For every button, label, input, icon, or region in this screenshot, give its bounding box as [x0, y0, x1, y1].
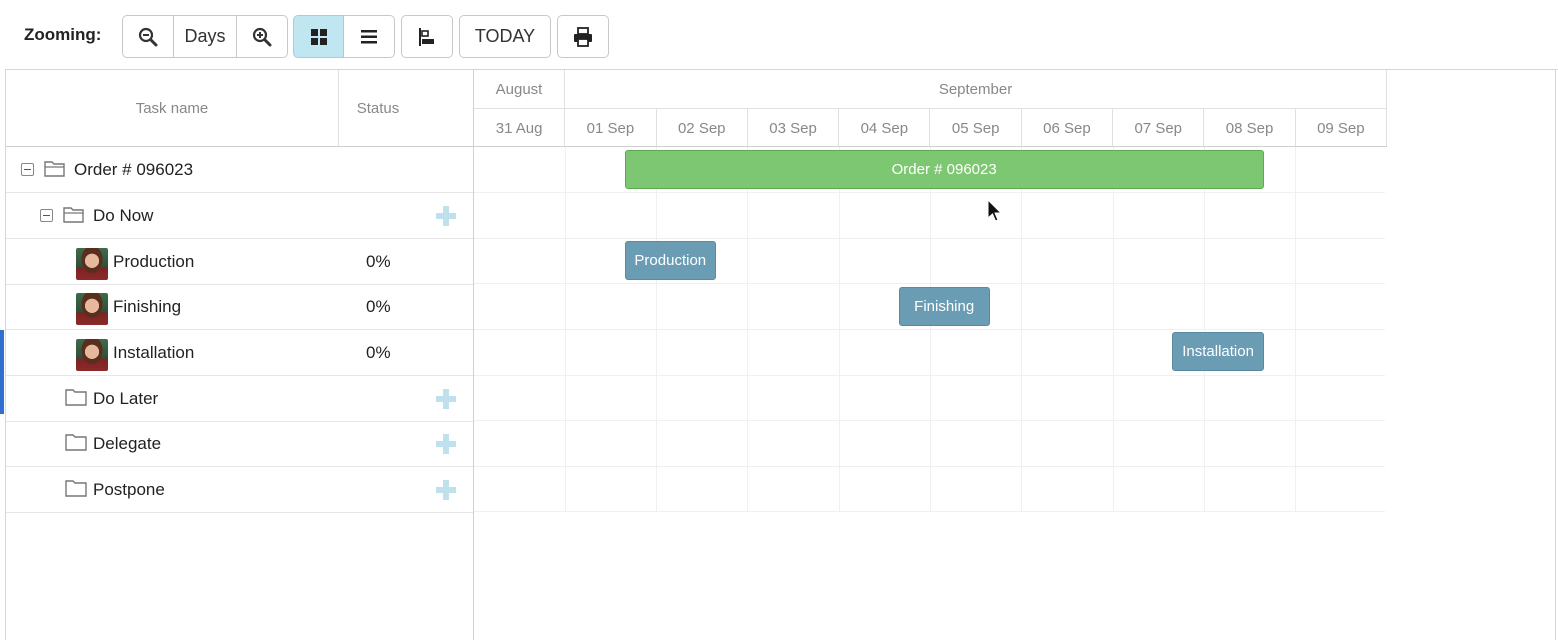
day-cell: 07 Sep — [1113, 109, 1205, 147]
month-september: September — [565, 70, 1387, 109]
grid-row-finishing[interactable]: Finishing 0% — [6, 284, 473, 330]
grid-row-installation[interactable]: Installation 0% — [6, 330, 473, 376]
add-task-icon[interactable] — [436, 480, 456, 500]
day-cell: 02 Sep — [657, 109, 748, 147]
grid-row-do-now[interactable]: Do Now — [6, 193, 473, 239]
task-bar-installation[interactable]: Installation — [1172, 332, 1264, 372]
grid-view-icon — [310, 28, 327, 45]
grid-view-button[interactable] — [293, 15, 344, 58]
task-name: Installation — [113, 343, 195, 362]
task-status: 0% — [366, 297, 391, 316]
zooming-label: Zooming: — [24, 25, 102, 44]
day-cell: 09 Sep — [1296, 109, 1387, 147]
add-task-icon[interactable] — [436, 434, 456, 454]
grid-row-order[interactable]: Order # 096023 — [6, 147, 473, 193]
assignee-avatar — [76, 248, 108, 280]
zoom-level-display: Days — [174, 15, 237, 58]
task-name: Do Later — [93, 389, 159, 408]
window-edge-accent — [0, 330, 4, 414]
day-cell: 08 Sep — [1204, 109, 1296, 147]
gantt-border — [1555, 69, 1556, 640]
task-name: Postpone — [93, 480, 165, 499]
task-name: Finishing — [113, 297, 182, 316]
day-cell: 05 Sep — [931, 109, 1022, 147]
collapse-toggle-icon[interactable] — [21, 163, 34, 176]
timeline-row-line — [474, 283, 1385, 284]
toolbar: Zooming: Days TODAY — [0, 0, 1558, 70]
grid-row-delegate[interactable]: Delegate — [6, 421, 473, 467]
print-button[interactable] — [557, 15, 609, 58]
print-icon — [574, 26, 592, 47]
folder-icon — [65, 389, 87, 406]
project-bar-order[interactable]: Order # 096023 — [624, 150, 1264, 189]
task-name: Order # 096023 — [74, 160, 194, 179]
month-august: August — [474, 70, 565, 109]
folder-icon — [65, 434, 87, 451]
zoom-out-button[interactable] — [122, 15, 174, 58]
column-header-status[interactable]: Status — [340, 70, 416, 147]
day-cell: 03 Sep — [748, 109, 840, 147]
baseline-button[interactable] — [401, 15, 453, 58]
baseline-icon — [419, 27, 434, 46]
task-bar-production[interactable]: Production — [624, 241, 716, 281]
task-name: Production — [113, 252, 195, 271]
task-name: Delegate — [93, 434, 162, 453]
grid-row-do-later[interactable]: Do Later — [6, 376, 473, 422]
assignee-avatar — [76, 339, 108, 371]
assignee-avatar — [76, 293, 108, 325]
day-cell: 31 Aug — [474, 109, 566, 147]
zoom-in-icon — [252, 27, 272, 46]
task-bar-finishing[interactable]: Finishing — [898, 286, 990, 326]
folder-open-icon — [63, 207, 84, 223]
timeline-row-line — [474, 192, 1385, 193]
zoom-in-button[interactable] — [237, 15, 288, 58]
today-button[interactable]: TODAY — [459, 15, 551, 58]
timeline-row-line — [474, 238, 1385, 239]
day-cell: 04 Sep — [839, 109, 931, 147]
timeline-row-line — [474, 329, 1385, 330]
timeline-row-line — [474, 511, 1385, 512]
column-header-task-name[interactable]: Task name — [6, 70, 339, 147]
day-cell: 06 Sep — [1022, 109, 1114, 147]
timeline-row-line — [474, 466, 1385, 467]
mouse-cursor-icon — [987, 199, 1003, 222]
grid-timeline-divider[interactable] — [473, 69, 474, 640]
task-status: 0% — [366, 252, 391, 271]
task-name: Do Now — [93, 206, 154, 225]
folder-open-icon — [44, 161, 65, 177]
list-view-button[interactable] — [344, 15, 395, 58]
add-task-icon[interactable] — [436, 389, 456, 409]
add-task-icon[interactable] — [436, 206, 456, 226]
grid-row-postpone[interactable]: Postpone — [6, 467, 473, 513]
list-view-icon — [361, 29, 377, 43]
collapse-toggle-icon[interactable] — [40, 209, 53, 222]
zoom-out-icon — [138, 27, 158, 46]
task-status: 0% — [366, 343, 391, 362]
grid-row-production[interactable]: Production 0% — [6, 239, 473, 285]
timeline-row-line — [474, 375, 1385, 376]
folder-icon — [65, 480, 87, 497]
day-cell: 01 Sep — [565, 109, 657, 147]
timeline-row-line — [474, 420, 1385, 421]
